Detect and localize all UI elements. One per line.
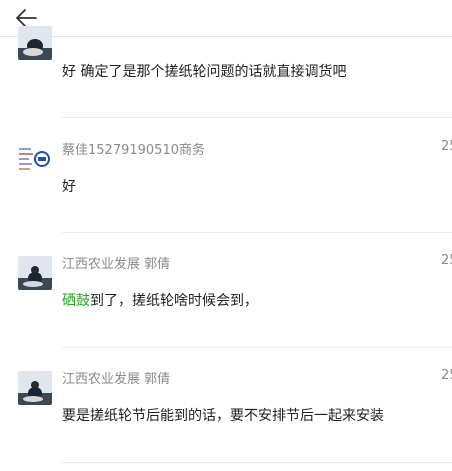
highlighted-keyword[interactable]: 硒鼓 [62, 293, 90, 309]
message-text: 要是搓纸轮节后能到的话，要不安排节后一起来安装 [62, 408, 384, 424]
message-time: 25 [441, 253, 452, 268]
divider [62, 462, 452, 463]
person-photo-avatar [18, 371, 52, 405]
person-photo-avatar [18, 256, 52, 290]
message-item: 蔡佳15279190510商务 25 好 [0, 118, 452, 233]
message-time: 25 [441, 368, 452, 383]
sender-name: 蔡佳15279190510商务 [62, 143, 205, 158]
avatar [18, 26, 52, 60]
message-text: 好 [62, 179, 76, 195]
message-time: 25 [441, 139, 452, 154]
message-item: 江西农业发展 郭倩 25 要是搓纸轮节后能到的话，要不安排节后一起来安装 [0, 348, 452, 471]
sender-name: 江西农业发展 郭倩 [62, 257, 171, 272]
message-item: 好 确定了是那个搓纸轮问题的话就直接调货吧 [0, 0, 452, 118]
company-logo-avatar [18, 142, 52, 176]
sender-name: 江西农业发展 郭倩 [62, 372, 171, 387]
message-text: 硒鼓到了，搓纸轮啥时候会到， [62, 290, 258, 310]
message-text: 好 确定了是那个搓纸轮问题的话就直接调货吧 [62, 64, 347, 80]
person-photo-avatar [18, 26, 52, 60]
avatar[interactable] [18, 256, 52, 290]
avatar[interactable] [18, 371, 52, 405]
message-item: 江西农业发展 郭倩 25 硒鼓到了，搓纸轮啥时候会到， [0, 233, 452, 348]
avatar[interactable] [18, 142, 52, 176]
message-text-body: 到了，搓纸轮啥时候会到， [90, 293, 258, 309]
